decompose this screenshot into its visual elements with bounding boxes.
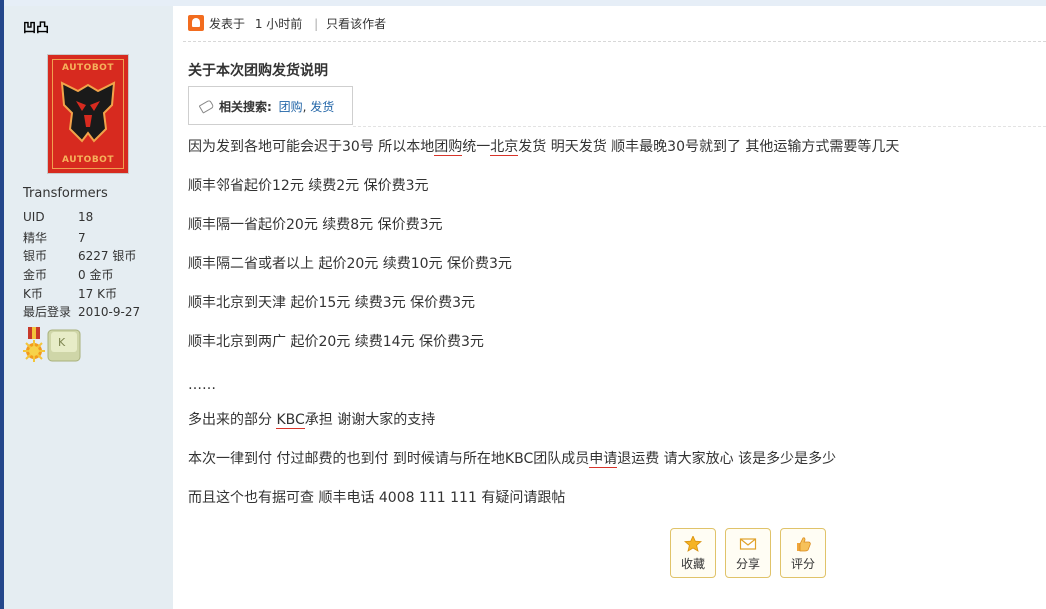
text-run: 因为发到各地可能会迟于30号 所以本地 bbox=[188, 139, 435, 155]
post-paragraph: …… bbox=[188, 377, 216, 393]
stat-uid: UID 18 bbox=[23, 210, 140, 229]
share-label: 分享 bbox=[735, 557, 760, 571]
stat-label: UID bbox=[23, 210, 45, 224]
post-paragraph: 顺丰北京到天津 起价15元 续费3元 保价费3元 bbox=[188, 295, 475, 311]
avatar-bottom-text: AUTOBOT bbox=[62, 155, 114, 165]
stat-value: 17 K币 bbox=[78, 286, 117, 301]
thumbs-up-icon bbox=[797, 537, 811, 552]
user-group: Transformers bbox=[23, 186, 108, 201]
user-stats: UID 18 精华 7 银币 6227 银币 金币 0 金币 K币 17 K币 最后登录 2… bbox=[23, 210, 140, 322]
post-paragraph: 顺丰邻省起价12元 续费2元 保价费3元 bbox=[188, 178, 429, 194]
related-search-label: 相关搜索: bbox=[219, 100, 272, 114]
post-paragraph: 多出来的部分 KBC承担 谢谢大家的支持 bbox=[188, 410, 1028, 449]
posted-time: 1 小时前 bbox=[254, 17, 303, 31]
stat-label: 银币 bbox=[23, 249, 48, 264]
stat-digest: 精华 7 bbox=[23, 229, 140, 248]
author-avatar[interactable]: AUTOBOT AUTOBOT bbox=[47, 54, 129, 174]
related-search-box: 相关搜索: 团购, 发货 bbox=[188, 86, 353, 125]
divider bbox=[183, 41, 1046, 42]
stat-gold: 金币 0 金币 bbox=[23, 266, 140, 285]
divider bbox=[353, 126, 1046, 127]
post-paragraph: 本次一律到付 付过邮费的也到付 到时候请与所在地KBC团队成员申请退运费 请大家… bbox=[188, 449, 1028, 488]
post-paragraph: 因为发到各地可能会迟于30号 所以本地团购统一北京发货 明天发货 顺丰最晚30号… bbox=[188, 137, 1028, 176]
autobot-logo-icon bbox=[60, 81, 116, 143]
posted-prefix: 发表于 bbox=[209, 17, 246, 31]
stat-label: 金币 bbox=[23, 268, 48, 283]
k-medal-icon[interactable]: K bbox=[47, 329, 81, 362]
stat-kcoin: K币 17 K币 bbox=[23, 285, 140, 304]
rate-button[interactable]: 评分 bbox=[780, 528, 826, 578]
post-meta: 发表于 1 小时前 | 只看该作者 bbox=[188, 15, 386, 32]
keyword-link[interactable]: 申请 bbox=[589, 451, 618, 468]
text-run: 发货 明天发货 顺丰最晚30号就到了 其他运输方式需要等几天 bbox=[518, 139, 900, 155]
stat-label: 最后登录 bbox=[23, 305, 72, 320]
text-run: 退运费 请大家放心 该是多少是多少 bbox=[617, 451, 837, 467]
post-title: 关于本次团购发货说明 bbox=[188, 63, 328, 79]
envelope-icon bbox=[739, 538, 757, 550]
post-paragraph: 而且这个也有据可查 顺丰电话 4008 111 111 有疑问请跟帖 bbox=[188, 490, 566, 506]
star-icon bbox=[684, 536, 702, 552]
tag-link-group-buy[interactable]: 团购 bbox=[279, 100, 303, 114]
stat-value[interactable]: 7 bbox=[78, 231, 86, 245]
post-paragraph: 顺丰隔二省或者以上 起价20元 续费10元 保价费3元 bbox=[188, 256, 512, 272]
text-run: 多出来的部分 bbox=[188, 412, 277, 428]
author-sidebar: 凹凸 AUTOBOT AUTOBOT Transformers UID 18 精华… bbox=[4, 6, 173, 609]
stat-value[interactable]: 18 bbox=[78, 210, 93, 224]
share-button[interactable]: 分享 bbox=[725, 528, 771, 578]
stat-value: 2010-9-27 bbox=[78, 305, 141, 320]
avatar-top-text: AUTOBOT bbox=[62, 63, 114, 73]
only-author-link[interactable]: 只看该作者 bbox=[326, 17, 386, 31]
keyword-link[interactable]: KBC bbox=[276, 412, 305, 429]
rate-label: 评分 bbox=[790, 557, 815, 571]
text-run: 承担 谢谢大家的支持 bbox=[304, 412, 436, 428]
text-run: 本次一律到付 付过邮费的也到付 到时候请与所在地KBC团队成员 bbox=[188, 451, 590, 467]
stat-silver: 银币 6227 银币 bbox=[23, 247, 140, 266]
tag-icon bbox=[198, 99, 215, 114]
stat-last-login: 最后登录 2010-9-27 bbox=[23, 303, 140, 322]
stat-label: K币 bbox=[23, 286, 43, 301]
separator: | bbox=[314, 17, 319, 31]
user-icon bbox=[188, 15, 204, 31]
stat-label: 精华 bbox=[23, 230, 48, 245]
stat-value: 6227 银币 bbox=[78, 249, 137, 264]
stat-value: 0 金币 bbox=[78, 268, 114, 283]
keyword-link[interactable]: 团购 bbox=[434, 139, 463, 156]
post-paragraph: 顺丰隔一省起价20元 续费8元 保价费3元 bbox=[188, 217, 443, 233]
svg-text:K: K bbox=[58, 336, 66, 349]
text-run: 统一 bbox=[462, 139, 491, 155]
tag-link-shipping[interactable]: 发货 bbox=[310, 100, 334, 114]
favorite-button[interactable]: 收藏 bbox=[670, 528, 716, 578]
sun-medal-icon[interactable] bbox=[23, 327, 45, 363]
post-paragraph: 顺丰北京到两广 起价20元 续费14元 保价费3元 bbox=[188, 334, 484, 350]
keyword-link[interactable]: 北京 bbox=[490, 139, 519, 156]
post-body: 因为发到各地可能会迟于30号 所以本地团购统一北京发货 明天发货 顺丰最晚30号… bbox=[188, 137, 1028, 527]
author-username[interactable]: 凹凸 bbox=[23, 17, 49, 36]
favorite-label: 收藏 bbox=[680, 557, 705, 571]
